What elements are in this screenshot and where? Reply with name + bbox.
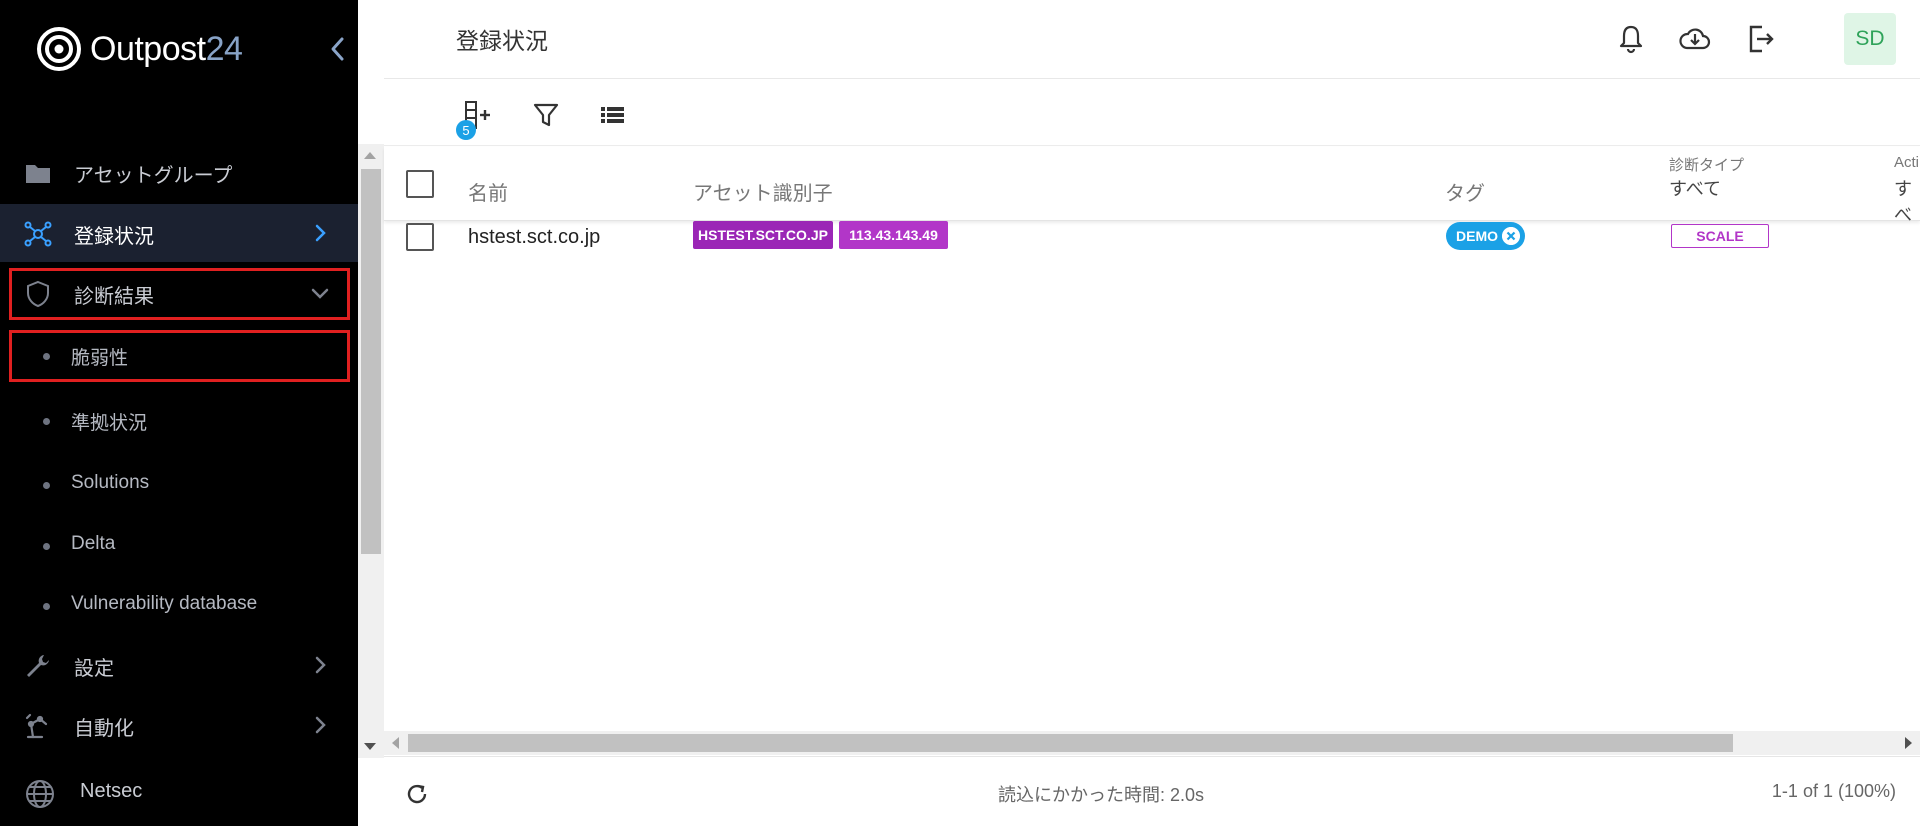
bullet-icon bbox=[43, 418, 50, 425]
sidebar-item-label: 設定 bbox=[74, 658, 114, 680]
identifier-chip-ip[interactable]: 113.43.143.49 bbox=[839, 221, 948, 249]
sidebar-item-settings[interactable]: 設定 bbox=[0, 636, 358, 694]
tag-demo[interactable]: DEMO bbox=[1446, 222, 1525, 250]
logout-icon[interactable] bbox=[1744, 22, 1778, 56]
column-count-badge: 5 bbox=[456, 120, 476, 140]
scan-type-badge: SCALE bbox=[1671, 224, 1769, 248]
refresh-icon[interactable] bbox=[404, 781, 430, 807]
asset-name[interactable]: hstest.sct.co.jp bbox=[468, 226, 600, 249]
sidebar-item-label: 登録状況 bbox=[74, 226, 154, 248]
sidebar-subitem-vulnerability-database[interactable]: Vulnerability database bbox=[0, 581, 358, 631]
sidebar-subitem-solutions[interactable]: Solutions bbox=[0, 460, 358, 510]
scroll-left-arrow-icon[interactable] bbox=[392, 737, 399, 749]
column-header-tags[interactable]: タグ bbox=[1445, 177, 1485, 206]
scroll-down-arrow-icon[interactable] bbox=[364, 743, 376, 750]
column-header-name[interactable]: 名前 bbox=[468, 177, 508, 206]
sidebar-subitem-label: 準拠状況 bbox=[71, 413, 148, 434]
sidebar-item-asset-group[interactable]: アセットグループ bbox=[0, 143, 358, 201]
bullet-icon bbox=[43, 543, 50, 550]
chevron-right-icon bbox=[315, 716, 326, 734]
pagination-text: 1-1 of 1 (100%) bbox=[1771, 781, 1896, 801]
horizontal-scrollbar[interactable] bbox=[384, 731, 1920, 755]
logo[interactable]: Outpost24 bbox=[36, 26, 243, 72]
sidebar-scrollbar[interactable] bbox=[358, 144, 384, 758]
bullet-icon bbox=[43, 603, 50, 610]
folder-icon bbox=[26, 165, 50, 183]
scroll-right-arrow-icon[interactable] bbox=[1905, 737, 1912, 749]
table-toolbar: 5 bbox=[384, 80, 1920, 146]
table-row[interactable]: hstest.sct.co.jp HSTEST.SCT.CO.JP 113.43… bbox=[384, 221, 1920, 275]
sidebar-subitem-label: Delta bbox=[71, 533, 116, 554]
highlight-box-diagnosis bbox=[9, 268, 350, 320]
wrench-icon bbox=[27, 655, 49, 677]
list-view-icon[interactable] bbox=[595, 98, 629, 132]
table-footer: 読込にかかった時間: 2.0s 1-1 of 1 (100%) bbox=[384, 756, 1920, 826]
automation-icon bbox=[25, 713, 48, 739]
collapse-sidebar-icon[interactable] bbox=[326, 34, 350, 64]
highlight-box-vulnerability bbox=[9, 330, 350, 382]
sidebar-scrollbar-thumb[interactable] bbox=[361, 169, 381, 554]
actions-filter[interactable]: すべ bbox=[1894, 175, 1920, 227]
chevron-right-icon bbox=[315, 224, 326, 242]
top-header: 登録状況 SD bbox=[384, 0, 1920, 79]
filter-icon[interactable] bbox=[529, 98, 563, 132]
avatar[interactable]: SD bbox=[1844, 13, 1896, 65]
sidebar-subitem-delta[interactable]: Delta bbox=[0, 521, 358, 571]
select-all-checkbox[interactable] bbox=[406, 170, 434, 198]
horizontal-scrollbar-thumb[interactable] bbox=[408, 734, 1733, 752]
logo-text: Outpost24 bbox=[90, 29, 243, 68]
sidebar-item-registration-status[interactable]: 登録状況 bbox=[0, 204, 358, 262]
row-checkbox[interactable] bbox=[406, 223, 434, 251]
load-time-text: 読込にかかった時間: 2.0s bbox=[998, 785, 1205, 805]
globe-icon bbox=[26, 780, 54, 808]
sidebar-item-netsec[interactable]: Netsec bbox=[0, 764, 358, 822]
column-header-asset-id[interactable]: アセット識別子 bbox=[693, 177, 833, 206]
sidebar-item-label: 自動化 bbox=[74, 718, 134, 740]
table-header: 名前 アセット識別子 タグ 診断タイプ すべて Acti すべ bbox=[384, 147, 1920, 225]
page-title: 登録状況 bbox=[456, 28, 548, 54]
chevron-right-icon bbox=[315, 656, 326, 674]
sidebar-item-label: アセットグループ bbox=[74, 165, 233, 187]
sidebar-item-automation[interactable]: 自動化 bbox=[0, 696, 358, 754]
bell-icon[interactable] bbox=[1614, 22, 1648, 56]
scan-type-filter[interactable]: すべて bbox=[1669, 175, 1721, 201]
outpost-logo-icon bbox=[37, 27, 81, 71]
identifier-chip-hostname[interactable]: HSTEST.SCT.CO.JP bbox=[693, 221, 833, 249]
cloud-download-icon[interactable] bbox=[1678, 22, 1712, 56]
column-header-actions[interactable]: Acti bbox=[1894, 154, 1919, 171]
remove-tag-icon[interactable] bbox=[1502, 227, 1520, 245]
tag-label: DEMO bbox=[1456, 228, 1498, 244]
scroll-up-arrow-icon[interactable] bbox=[364, 152, 376, 159]
sidebar: Outpost24 アセットグループ 登録状況 診断結果 脆弱性 準拠状況 So… bbox=[0, 0, 358, 826]
sidebar-subitem-label: Vulnerability database bbox=[71, 593, 258, 614]
column-header-scan-type[interactable]: 診断タイプ bbox=[1669, 154, 1744, 175]
bullet-icon bbox=[43, 482, 50, 489]
sidebar-subitem-compliance[interactable]: 準拠状況 bbox=[0, 396, 358, 446]
sidebar-item-label: Netsec bbox=[80, 780, 143, 802]
network-icon bbox=[24, 221, 52, 247]
sidebar-subitem-label: Solutions bbox=[71, 472, 150, 493]
